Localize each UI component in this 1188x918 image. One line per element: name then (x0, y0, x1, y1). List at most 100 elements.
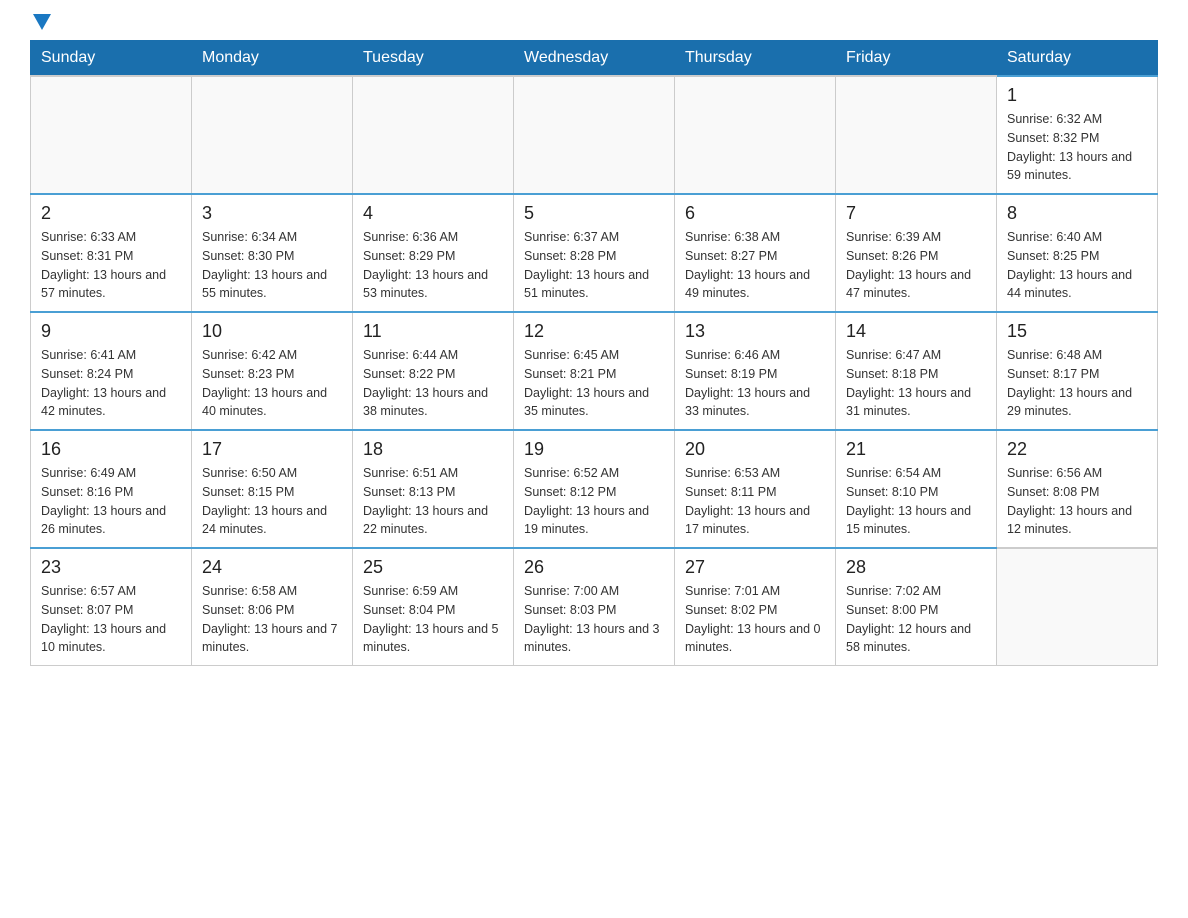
calendar-cell (675, 76, 836, 194)
day-number: 23 (41, 557, 181, 578)
calendar-cell: 26 Sunrise: 7:00 AM Sunset: 8:03 PM Dayli… (514, 548, 675, 666)
day-number: 15 (1007, 321, 1147, 342)
calendar-cell: 14 Sunrise: 6:47 AM Sunset: 8:18 PM Dayli… (836, 312, 997, 430)
calendar-header-thursday: Thursday (675, 41, 836, 77)
day-info: Sunrise: 6:37 AM Sunset: 8:28 PM Dayligh… (524, 228, 664, 303)
calendar-cell: 20 Sunrise: 6:53 AM Sunset: 8:11 PM Dayli… (675, 430, 836, 548)
calendar-cell: 3 Sunrise: 6:34 AM Sunset: 8:30 PM Daylig… (192, 194, 353, 312)
day-info: Sunrise: 6:47 AM Sunset: 8:18 PM Dayligh… (846, 346, 986, 421)
day-info: Sunrise: 6:58 AM Sunset: 8:06 PM Dayligh… (202, 582, 342, 657)
calendar-header-friday: Friday (836, 41, 997, 77)
day-number: 16 (41, 439, 181, 460)
day-info: Sunrise: 6:40 AM Sunset: 8:25 PM Dayligh… (1007, 228, 1147, 303)
day-info: Sunrise: 6:33 AM Sunset: 8:31 PM Dayligh… (41, 228, 181, 303)
day-number: 22 (1007, 439, 1147, 460)
calendar-cell: 10 Sunrise: 6:42 AM Sunset: 8:23 PM Dayli… (192, 312, 353, 430)
calendar-cell: 15 Sunrise: 6:48 AM Sunset: 8:17 PM Dayli… (997, 312, 1158, 430)
logo (30, 20, 51, 30)
calendar-cell (514, 76, 675, 194)
calendar-header-saturday: Saturday (997, 41, 1158, 77)
day-number: 18 (363, 439, 503, 460)
calendar-cell (836, 76, 997, 194)
day-number: 9 (41, 321, 181, 342)
calendar-cell: 28 Sunrise: 7:02 AM Sunset: 8:00 PM Dayli… (836, 548, 997, 666)
day-number: 21 (846, 439, 986, 460)
calendar-cell: 7 Sunrise: 6:39 AM Sunset: 8:26 PM Daylig… (836, 194, 997, 312)
calendar-cell: 6 Sunrise: 6:38 AM Sunset: 8:27 PM Daylig… (675, 194, 836, 312)
day-info: Sunrise: 6:50 AM Sunset: 8:15 PM Dayligh… (202, 464, 342, 539)
day-number: 20 (685, 439, 825, 460)
calendar-cell: 25Sunrise: 6:59 AM Sunset: 8:04 PM Dayli… (353, 548, 514, 666)
calendar-cell: 13 Sunrise: 6:46 AM Sunset: 8:19 PM Dayli… (675, 312, 836, 430)
calendar-cell (31, 76, 192, 194)
day-number: 3 (202, 203, 342, 224)
calendar-cell (192, 76, 353, 194)
calendar-cell (353, 76, 514, 194)
day-info: Sunrise: 7:00 AM Sunset: 8:03 PM Dayligh… (524, 582, 664, 657)
calendar-cell: 2 Sunrise: 6:33 AM Sunset: 8:31 PM Daylig… (31, 194, 192, 312)
calendar-cell: 16 Sunrise: 6:49 AM Sunset: 8:16 PM Dayli… (31, 430, 192, 548)
day-info: Sunrise: 6:54 AM Sunset: 8:10 PM Dayligh… (846, 464, 986, 539)
day-info: Sunrise: 6:53 AM Sunset: 8:11 PM Dayligh… (685, 464, 825, 539)
calendar-cell: 24 Sunrise: 6:58 AM Sunset: 8:06 PM Dayli… (192, 548, 353, 666)
day-info: Sunrise: 6:39 AM Sunset: 8:26 PM Dayligh… (846, 228, 986, 303)
day-number: 13 (685, 321, 825, 342)
day-number: 26 (524, 557, 664, 578)
day-number: 28 (846, 557, 986, 578)
day-info: Sunrise: 6:36 AM Sunset: 8:29 PM Dayligh… (363, 228, 503, 303)
calendar-cell: 9Sunrise: 6:41 AM Sunset: 8:24 PM Daylig… (31, 312, 192, 430)
day-info: Sunrise: 6:51 AM Sunset: 8:13 PM Dayligh… (363, 464, 503, 539)
calendar-week-row: 2 Sunrise: 6:33 AM Sunset: 8:31 PM Daylig… (31, 194, 1158, 312)
calendar-cell: 8 Sunrise: 6:40 AM Sunset: 8:25 PM Daylig… (997, 194, 1158, 312)
day-info: Sunrise: 6:34 AM Sunset: 8:30 PM Dayligh… (202, 228, 342, 303)
day-number: 7 (846, 203, 986, 224)
day-info: Sunrise: 6:32 AM Sunset: 8:32 PM Dayligh… (1007, 110, 1147, 185)
logo-triangle-icon (33, 14, 51, 30)
calendar-cell: 12 Sunrise: 6:45 AM Sunset: 8:21 PM Dayli… (514, 312, 675, 430)
day-number: 6 (685, 203, 825, 224)
day-number: 10 (202, 321, 342, 342)
day-number: 8 (1007, 203, 1147, 224)
calendar-week-row: 16 Sunrise: 6:49 AM Sunset: 8:16 PM Dayli… (31, 430, 1158, 548)
day-number: 27 (685, 557, 825, 578)
day-number: 12 (524, 321, 664, 342)
calendar-header-sunday: Sunday (31, 41, 192, 77)
day-number: 14 (846, 321, 986, 342)
day-info: Sunrise: 6:45 AM Sunset: 8:21 PM Dayligh… (524, 346, 664, 421)
calendar-week-row: 9Sunrise: 6:41 AM Sunset: 8:24 PM Daylig… (31, 312, 1158, 430)
day-info: Sunrise: 6:42 AM Sunset: 8:23 PM Dayligh… (202, 346, 342, 421)
day-info: Sunrise: 7:01 AM Sunset: 8:02 PM Dayligh… (685, 582, 825, 657)
day-number: 4 (363, 203, 503, 224)
calendar-cell: 27 Sunrise: 7:01 AM Sunset: 8:02 PM Dayli… (675, 548, 836, 666)
day-info: Sunrise: 6:48 AM Sunset: 8:17 PM Dayligh… (1007, 346, 1147, 421)
day-info: Sunrise: 6:57 AM Sunset: 8:07 PM Dayligh… (41, 582, 181, 657)
calendar-cell: 17 Sunrise: 6:50 AM Sunset: 8:15 PM Dayli… (192, 430, 353, 548)
header (30, 20, 1158, 30)
calendar-cell: 5 Sunrise: 6:37 AM Sunset: 8:28 PM Daylig… (514, 194, 675, 312)
calendar-header-wednesday: Wednesday (514, 41, 675, 77)
day-number: 19 (524, 439, 664, 460)
calendar-cell: 4 Sunrise: 6:36 AM Sunset: 8:29 PM Daylig… (353, 194, 514, 312)
day-info: Sunrise: 6:59 AM Sunset: 8:04 PM Dayligh… (363, 582, 503, 657)
calendar-week-row: 23 Sunrise: 6:57 AM Sunset: 8:07 PM Dayli… (31, 548, 1158, 666)
calendar-cell: 1 Sunrise: 6:32 AM Sunset: 8:32 PM Daylig… (997, 76, 1158, 194)
day-info: Sunrise: 6:56 AM Sunset: 8:08 PM Dayligh… (1007, 464, 1147, 539)
day-number: 24 (202, 557, 342, 578)
day-number: 5 (524, 203, 664, 224)
calendar-table: SundayMondayTuesdayWednesdayThursdayFrid… (30, 40, 1158, 666)
calendar-cell: 23 Sunrise: 6:57 AM Sunset: 8:07 PM Dayli… (31, 548, 192, 666)
day-number: 1 (1007, 85, 1147, 106)
calendar-cell: 19Sunrise: 6:52 AM Sunset: 8:12 PM Dayli… (514, 430, 675, 548)
day-info: Sunrise: 6:44 AM Sunset: 8:22 PM Dayligh… (363, 346, 503, 421)
day-number: 11 (363, 321, 503, 342)
day-info: Sunrise: 6:46 AM Sunset: 8:19 PM Dayligh… (685, 346, 825, 421)
day-number: 2 (41, 203, 181, 224)
day-info: Sunrise: 6:49 AM Sunset: 8:16 PM Dayligh… (41, 464, 181, 539)
calendar-cell (997, 548, 1158, 666)
calendar-cell: 11 Sunrise: 6:44 AM Sunset: 8:22 PM Dayli… (353, 312, 514, 430)
day-info: Sunrise: 6:38 AM Sunset: 8:27 PM Dayligh… (685, 228, 825, 303)
calendar-header-tuesday: Tuesday (353, 41, 514, 77)
calendar-cell: 22 Sunrise: 6:56 AM Sunset: 8:08 PM Dayli… (997, 430, 1158, 548)
day-info: Sunrise: 7:02 AM Sunset: 8:00 PM Dayligh… (846, 582, 986, 657)
day-number: 17 (202, 439, 342, 460)
